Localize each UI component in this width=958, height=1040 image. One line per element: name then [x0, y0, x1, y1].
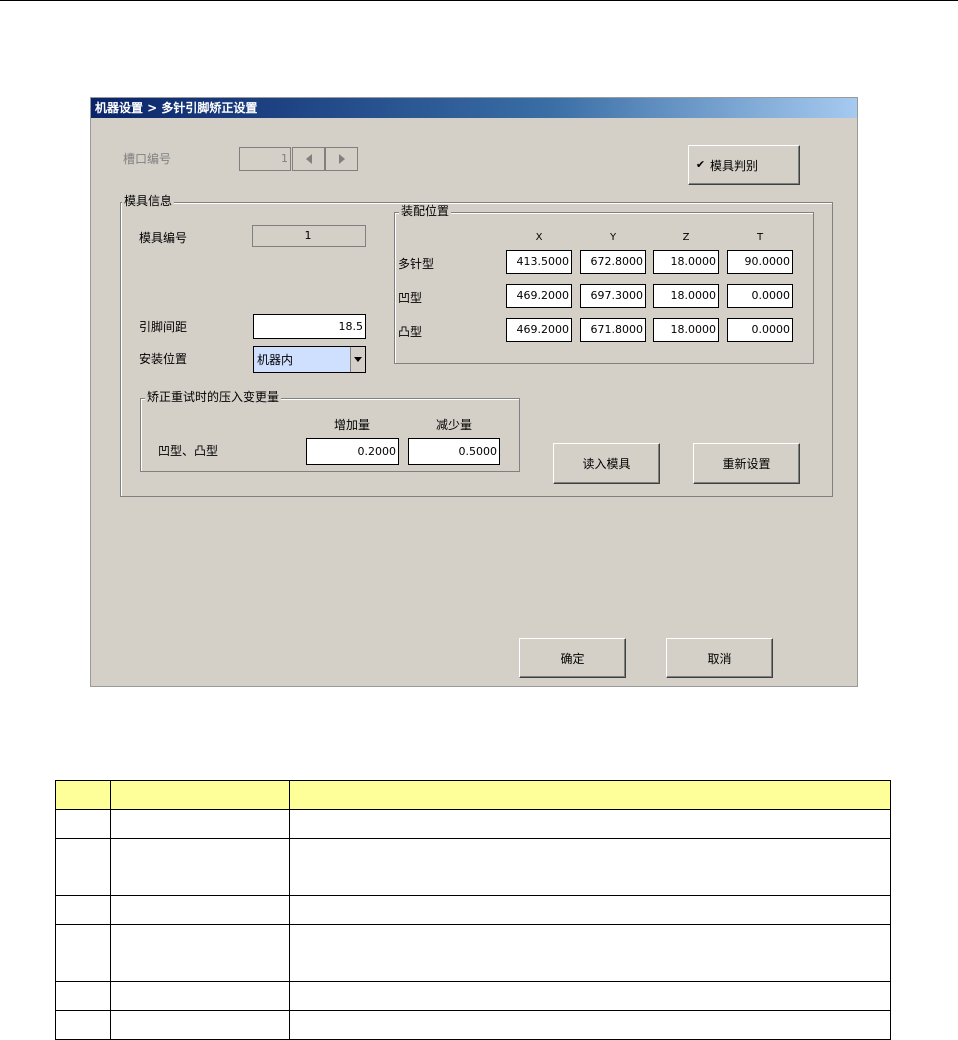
assembly-z-input[interactable]: 18.0000 — [653, 318, 719, 342]
table-row — [55, 981, 891, 1011]
mold-check-label: 模具判别 — [710, 158, 759, 173]
check-mark-icon: ✔ — [695, 157, 706, 171]
ok-button[interactable]: 确定 — [519, 638, 626, 678]
table-header-row — [55, 780, 891, 810]
assembly-x-input[interactable]: 413.5000 — [506, 250, 572, 274]
port-prev-button[interactable] — [292, 147, 325, 171]
description-table — [55, 780, 891, 1040]
arrow-right-icon — [338, 154, 345, 164]
read-mold-button[interactable]: 读入模具 — [553, 443, 660, 484]
assembly-row-label: 多针型 — [398, 257, 435, 271]
install-position-select[interactable]: 机器内 — [253, 346, 366, 373]
decrease-input[interactable]: 0.5000 — [408, 438, 500, 465]
assembly-row-label: 凹型 — [398, 291, 423, 305]
press-row-label: 凹型、凸型 — [158, 444, 219, 458]
mold-number-label: 模具编号 — [139, 231, 188, 245]
port-number-label: 槽口编号 — [123, 152, 172, 166]
assembly-header-z: Z — [682, 232, 690, 243]
assembly-x-input[interactable]: 469.2000 — [506, 284, 572, 308]
mold-info-group-title: 模具信息 — [122, 194, 175, 208]
multi-pin-correction-dialog: 机器设置 > 多针引脚矫正设置 槽口编号 1 ✔ 模具判别 模具信息 模具编号 … — [90, 97, 858, 687]
assembly-row-label: 凸型 — [398, 325, 423, 339]
increase-input[interactable]: 0.2000 — [306, 438, 399, 465]
port-number-field: 1 — [239, 147, 291, 171]
install-position-value: 机器内 — [257, 353, 294, 367]
table-row — [55, 838, 891, 896]
arrow-left-icon — [305, 154, 312, 164]
assembly-header-y: Y — [609, 232, 617, 243]
assembly-y-input[interactable]: 672.8000 — [580, 250, 646, 274]
dialog-title-bar: 机器设置 > 多针引脚矫正设置 — [91, 98, 857, 118]
increase-label: 增加量 — [333, 418, 370, 432]
mold-check-toggle[interactable]: ✔ 模具判别 — [688, 145, 800, 185]
table-row — [55, 809, 891, 839]
page-top-rule — [0, 0, 958, 1]
assembly-y-input[interactable]: 671.8000 — [580, 318, 646, 342]
port-next-button[interactable] — [325, 147, 358, 171]
assembly-position-group-title: 装配位置 — [399, 204, 452, 218]
install-position-label: 安装位置 — [139, 352, 188, 366]
lead-pitch-input[interactable]: 18.5 — [253, 314, 366, 339]
lead-pitch-label: 引脚间距 — [139, 320, 188, 334]
table-row — [55, 924, 891, 982]
reset-button[interactable]: 重新设置 — [693, 443, 800, 484]
chevron-down-icon[interactable] — [350, 347, 365, 372]
assembly-x-input[interactable]: 469.2000 — [506, 318, 572, 342]
table-row — [55, 895, 891, 925]
mold-number-field: 1 — [252, 225, 366, 247]
assembly-z-input[interactable]: 18.0000 — [653, 284, 719, 308]
table-row — [55, 1010, 891, 1040]
decrease-label: 减少量 — [435, 418, 472, 432]
assembly-z-input[interactable]: 18.0000 — [653, 250, 719, 274]
assembly-t-input[interactable]: 90.0000 — [727, 250, 793, 274]
assembly-t-input[interactable]: 0.0000 — [727, 284, 793, 308]
press-change-group-title: 矫正重试时的压入变更量 — [145, 390, 282, 404]
assembly-header-t: T — [756, 232, 764, 243]
cancel-button[interactable]: 取消 — [666, 638, 773, 678]
assembly-y-input[interactable]: 697.3000 — [580, 284, 646, 308]
assembly-t-input[interactable]: 0.0000 — [727, 318, 793, 342]
assembly-header-x: X — [535, 232, 543, 243]
